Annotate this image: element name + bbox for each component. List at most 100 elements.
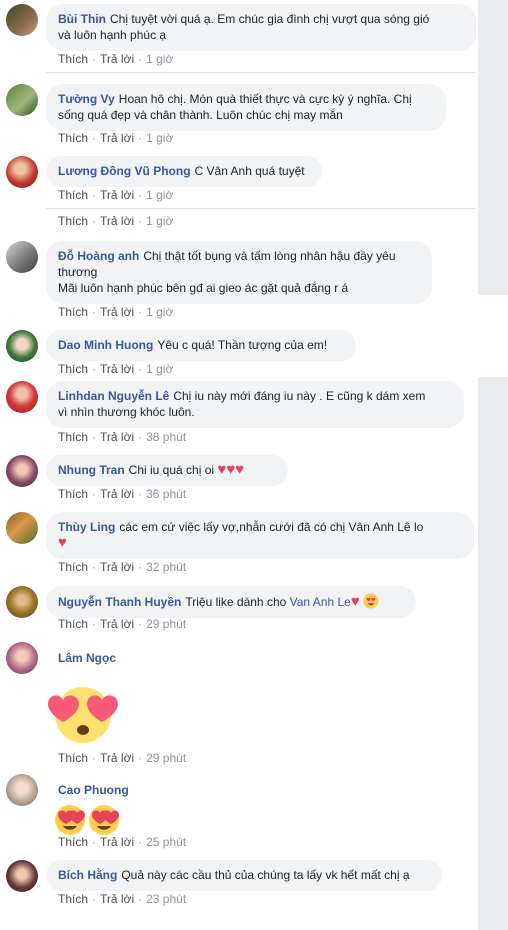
like-link[interactable]: Thích <box>58 214 88 228</box>
reply-link[interactable]: Trả lời <box>100 487 134 501</box>
like-link[interactable]: Thích <box>58 188 88 202</box>
comment-time[interactable]: 29 phút <box>146 617 186 631</box>
comment-text: thương <box>58 265 98 279</box>
comment-actions: Thích · Trả lời · 29 phút <box>58 751 187 765</box>
reply-link[interactable]: Trả lời <box>100 188 134 202</box>
reply-link[interactable]: Trả lời <box>100 560 134 574</box>
reply-link[interactable]: Trả lời <box>100 305 134 319</box>
comment-bubble: Bích Hằng Quả này các cầu thủ của chúng t… <box>46 860 442 891</box>
comment-time[interactable]: 1 giờ <box>146 214 173 228</box>
comment-author[interactable]: Dao Minh Huong <box>58 338 153 352</box>
heart-icon: ♥ <box>350 593 360 610</box>
comment-author[interactable]: Thùy Ling <box>58 520 115 534</box>
comments-panel: Bùi Thin Chị tuyệt vời quá ạ. Em chúc gia… <box>0 0 478 930</box>
mention-link[interactable]: Van Anh Le <box>290 595 351 609</box>
comment-author[interactable]: Lương Đồng Vũ Phong <box>58 164 191 178</box>
comment-time[interactable]: 38 phút <box>146 430 186 444</box>
comment-text: Chi iu quá chị oi <box>128 463 215 477</box>
comment-time[interactable]: 1 giờ <box>146 362 173 376</box>
comment-time[interactable]: 36 phút <box>146 487 186 501</box>
comment-text: Chị thật tốt bụng và tấm lòng nhân hậu đ… <box>143 249 396 263</box>
like-link[interactable]: Thích <box>58 617 88 631</box>
like-link[interactable]: Thích <box>58 305 88 319</box>
comment-text: các em cứ việc lấy vợ,nhẫn cưới đã có ch… <box>119 520 424 534</box>
heart-icon: ♥ <box>58 534 67 551</box>
reply-link[interactable]: Trả lời <box>100 835 134 849</box>
avatar[interactable] <box>6 241 38 273</box>
comment-time[interactable]: 1 giờ <box>146 131 173 145</box>
comment-bubble: Nhung Tran Chi iu quá chị oi ♥♥♥ <box>46 455 288 486</box>
comment-time[interactable]: 32 phút <box>146 560 186 574</box>
comment-text: vì nhìn thương khóc luôn. <box>58 405 195 419</box>
like-link[interactable]: Thích <box>58 892 88 906</box>
like-link[interactable]: Thích <box>58 487 88 501</box>
like-link[interactable]: Thích <box>58 131 88 145</box>
heart-eyes-icon <box>55 805 119 835</box>
comment-author[interactable]: Bùi Thin <box>58 12 106 26</box>
avatar[interactable] <box>6 455 38 487</box>
comment-bubble: Lương Đồng Vũ Phong C Vân Anh quá tuyệt <box>46 156 322 187</box>
comment-bubble: Bùi Thin Chị tuyệt vời quá ạ. Em chúc gia… <box>46 4 476 51</box>
reply-link[interactable]: Trả lời <box>100 362 134 376</box>
comment-actions: Thích · Trả lời · 36 phút <box>58 487 187 501</box>
like-link[interactable]: Thích <box>58 52 88 66</box>
avatar[interactable] <box>6 512 38 544</box>
comment-time[interactable]: 1 giờ <box>146 188 173 202</box>
like-link[interactable]: Thích <box>58 751 88 765</box>
comment-text: Chị iu này mới đáng iu này . E cũng k dá… <box>173 389 426 403</box>
comment-author[interactable]: Tường Vy <box>58 92 115 106</box>
comment-time[interactable]: 25 phút <box>146 835 186 849</box>
heart-icon: ♥ <box>235 461 245 478</box>
avatar[interactable] <box>6 4 38 36</box>
comment-text: Chị tuyệt vời quá ạ. Em chúc gia đình ch… <box>110 12 430 26</box>
comment-author[interactable]: Đỗ Hoàng anh <box>58 249 139 263</box>
comment-actions: Thích · Trả lời · 1 giờ <box>58 52 174 66</box>
comment-time[interactable]: 23 phút <box>146 892 186 906</box>
comment-text: C Vân Anh quá tuyệt <box>194 164 305 178</box>
like-link[interactable]: Thích <box>58 362 88 376</box>
avatar[interactable] <box>6 156 38 188</box>
avatar[interactable] <box>6 860 38 892</box>
comment-actions: Thích · Trả lời · 29 phút <box>58 617 187 631</box>
comment-time[interactable]: 1 giờ <box>146 52 173 66</box>
comment-author[interactable]: Linhdan Nguyễn Lê <box>58 389 169 403</box>
avatar[interactable] <box>6 330 38 362</box>
divider <box>46 72 476 73</box>
heart-eyes-icon <box>363 593 379 609</box>
comment-author[interactable]: Nhung Tran <box>58 463 125 477</box>
reply-link[interactable]: Trả lời <box>100 430 134 444</box>
comment-actions: Thích · Trả lời · 25 phút <box>58 835 187 849</box>
reply-link[interactable]: Trả lời <box>100 617 134 631</box>
comment-bubble: Linhdan Nguyễn Lê Chị iu này mới đáng iu … <box>46 381 464 428</box>
comment-text: Yêu c quá! Thần tượng của em! <box>157 338 328 352</box>
comment-bubble: Đỗ Hoàng anh Chị thật tốt bụng và tấm lòn… <box>46 241 432 304</box>
like-link[interactable]: Thích <box>58 835 88 849</box>
reply-link[interactable]: Trả lời <box>100 52 134 66</box>
like-link[interactable]: Thích <box>58 430 88 444</box>
avatar[interactable] <box>6 774 38 806</box>
like-link[interactable]: Thích <box>58 560 88 574</box>
comment-actions: Thích · Trả lời · 1 giờ <box>58 305 174 319</box>
avatar[interactable] <box>6 586 38 618</box>
comment-time[interactable]: 1 giờ <box>146 305 173 319</box>
reply-link[interactable]: Trả lời <box>100 751 134 765</box>
comment-author[interactable]: Nguyễn Thanh Huyền <box>58 595 181 609</box>
comment-text: Triệu like dành cho <box>185 595 287 609</box>
comment-actions: Thích · Trả lời · 32 phút <box>58 560 187 574</box>
avatar[interactable] <box>6 642 38 674</box>
heart-eyes-icon <box>48 687 118 743</box>
avatar[interactable] <box>6 84 38 116</box>
reply-link[interactable]: Trả lời <box>100 214 134 228</box>
comment-text: sống quá đẹp và chân thành. Luôn chúc ch… <box>58 108 343 122</box>
comment-bubble: Thùy Ling các em cứ việc lấy vợ,nhẫn cưới… <box>46 512 474 559</box>
comment-actions: Thích · Trả lời · 38 phút <box>58 430 187 444</box>
reply-link[interactable]: Trả lời <box>100 892 134 906</box>
comment-author[interactable]: Bích Hằng <box>58 868 117 882</box>
avatar[interactable] <box>6 381 38 413</box>
comment-actions: Thích · Trả lời · 23 phút <box>58 892 187 906</box>
comment-actions: Thích · Trả lời · 1 giờ <box>58 362 174 376</box>
reply-link[interactable]: Trả lời <box>100 131 134 145</box>
comment-author[interactable]: Cao Phuong <box>58 783 129 797</box>
comment-time[interactable]: 29 phút <box>146 751 186 765</box>
comment-author[interactable]: Lâm Ngọc <box>58 651 116 665</box>
